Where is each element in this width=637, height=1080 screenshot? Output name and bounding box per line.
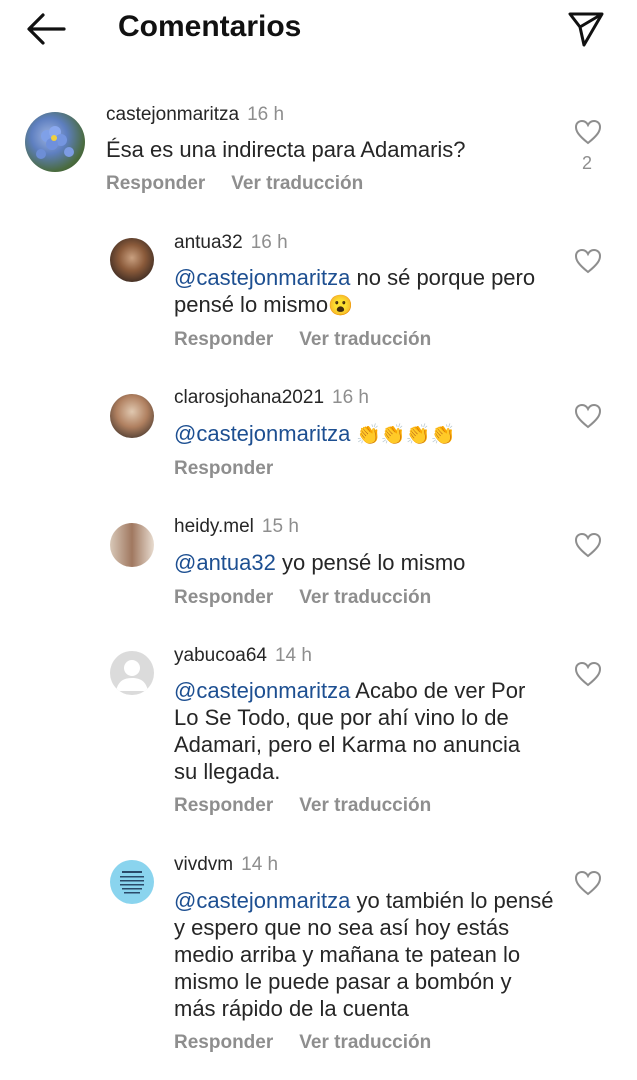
text-avatar-image xyxy=(120,871,144,894)
avatar[interactable] xyxy=(110,651,154,695)
back-arrow-icon[interactable] xyxy=(26,12,66,46)
comment-username-line: castejonmaritza 16 h xyxy=(106,104,284,126)
comment-body: Ésa es una indirecta para Adamaris? xyxy=(106,137,466,162)
comment-text: @castejonmaritza 👏👏👏👏 xyxy=(174,420,554,449)
comment-username-line: heidy.mel 15 h xyxy=(174,516,299,538)
comment-username-line: yabucoa64 14 h xyxy=(174,645,312,667)
heart-outline-icon[interactable] xyxy=(574,248,602,274)
timestamp: 16 h xyxy=(247,104,285,125)
comment-actions: Responder Ver traducción xyxy=(106,173,389,195)
reply-button[interactable]: Responder xyxy=(174,329,273,350)
timestamp: 14 h xyxy=(274,645,312,666)
heart-outline-icon[interactable] xyxy=(574,870,602,896)
avatar[interactable] xyxy=(110,238,154,282)
emoji: 👏👏👏👏 xyxy=(350,424,456,446)
paper-plane-icon[interactable] xyxy=(566,10,606,48)
username[interactable]: antua32 xyxy=(174,232,243,253)
default-user-icon xyxy=(116,660,148,691)
reply-item: vivdvm 14 h @castejonmaritza yo también l… xyxy=(0,852,637,1077)
page-title: Comentarios xyxy=(118,10,302,43)
comment-text: @antua32 yo pensé lo mismo xyxy=(174,549,554,576)
mention-link[interactable]: @antua32 xyxy=(174,550,276,575)
comment-body: yo pensé lo mismo xyxy=(275,550,466,575)
heart-outline-icon[interactable] xyxy=(574,532,602,558)
timestamp: 15 h xyxy=(261,516,299,537)
reply-item: antua32 16 h @castejonmaritza no sé porqu… xyxy=(0,230,637,360)
emoji: 😮 xyxy=(328,295,353,317)
timestamp: 16 h xyxy=(332,387,369,408)
comment-text: @castejonmaritza no sé porque pero pensé… xyxy=(174,264,554,320)
translate-button[interactable]: Ver traducción xyxy=(299,1032,431,1053)
username[interactable]: castejonmaritza xyxy=(106,104,239,125)
reply-item: heidy.mel 15 h @antua32 yo pensé lo mismo… xyxy=(0,514,637,614)
avatar[interactable] xyxy=(110,394,154,438)
heart-outline-icon[interactable] xyxy=(574,119,602,145)
comment-actions: Responder Ver traducción xyxy=(174,587,457,609)
header-bar: Comentarios xyxy=(0,0,637,60)
translate-button[interactable]: Ver traducción xyxy=(299,329,431,350)
reply-item: yabucoa64 14 h @castejonmaritza Acabo de … xyxy=(0,643,637,833)
flower-image xyxy=(36,126,74,159)
reply-button[interactable]: Responder xyxy=(174,587,273,608)
avatar[interactable] xyxy=(25,112,85,172)
username[interactable]: yabucoa64 xyxy=(174,645,267,666)
comment-actions: Responder Ver traducción xyxy=(174,1032,457,1054)
mention-link[interactable]: @castejonmaritza xyxy=(174,678,350,703)
avatar[interactable] xyxy=(110,860,154,904)
translate-button[interactable]: Ver traducción xyxy=(299,795,431,816)
comment-username-line: vivdvm 14 h xyxy=(174,854,278,876)
mention-link[interactable]: @castejonmaritza xyxy=(174,421,350,446)
reply-button[interactable]: Responder xyxy=(174,1032,273,1053)
comment-actions: Responder Ver traducción xyxy=(174,329,457,351)
comment-text: @castejonmaritza yo también lo pensé y e… xyxy=(174,887,554,1022)
comment-actions: Responder Ver traducción xyxy=(174,795,457,817)
comment-text: @castejonmaritza Acabo de ver Por Lo Se … xyxy=(174,677,549,785)
reply-button[interactable]: Responder xyxy=(174,458,273,479)
mention-link[interactable]: @castejonmaritza xyxy=(174,265,350,290)
reply-item: clarosjohana2021 16 h @castejonmaritza 👏👏… xyxy=(0,385,637,485)
avatar[interactable] xyxy=(110,523,154,567)
timestamp: 14 h xyxy=(241,854,279,875)
comment-username-line: clarosjohana2021 16 h xyxy=(174,387,369,409)
comment-username-line: antua32 16 h xyxy=(174,232,288,254)
comment-item: castejonmaritza 16 h Ésa es una indirecta… xyxy=(0,100,637,210)
heart-outline-icon[interactable] xyxy=(574,403,602,429)
comment-text: Ésa es una indirecta para Adamaris? xyxy=(106,136,546,163)
username[interactable]: heidy.mel xyxy=(174,516,254,537)
reply-button[interactable]: Responder xyxy=(106,173,205,194)
translate-button[interactable]: Ver traducción xyxy=(299,587,431,608)
like-count: 2 xyxy=(582,153,593,173)
translate-button[interactable]: Ver traducción xyxy=(231,173,363,194)
heart-outline-icon[interactable] xyxy=(574,661,602,687)
comment-actions: Responder xyxy=(174,458,299,480)
username[interactable]: clarosjohana2021 xyxy=(174,387,324,408)
timestamp: 16 h xyxy=(250,232,288,253)
reply-button[interactable]: Responder xyxy=(174,795,273,816)
username[interactable]: vivdvm xyxy=(174,854,233,875)
mention-link[interactable]: @castejonmaritza xyxy=(174,888,350,913)
